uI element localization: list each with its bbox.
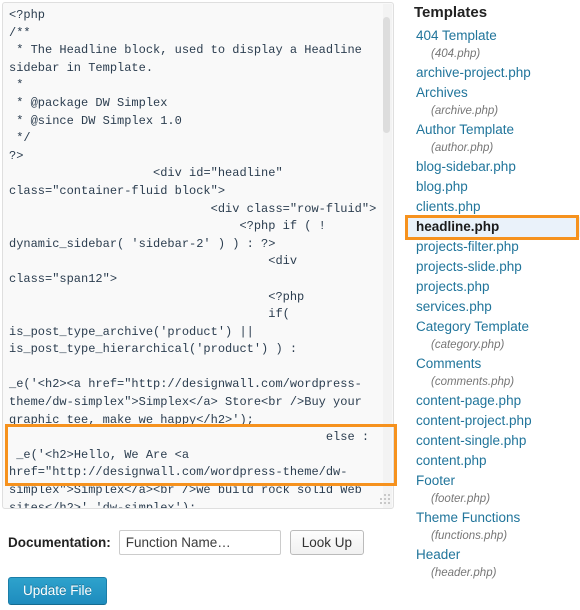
template-filename: (archive.php) [431, 105, 499, 117]
look-up-button[interactable]: Look Up [289, 529, 365, 555]
template-link[interactable]: Comments [405, 354, 580, 374]
templates-sidebar: Templates 404 Template (404.php) archive-p… [405, 0, 580, 610]
template-list-item[interactable]: headline.php [405, 217, 580, 237]
template-filename: (header.php) [431, 567, 497, 579]
template-link[interactable]: services.php [405, 297, 580, 317]
documentation-row: Documentation: Look Up [8, 528, 365, 556]
template-list-item[interactable]: blog.php [405, 177, 580, 197]
template-list-item[interactable]: content-single.php [405, 431, 580, 451]
template-link[interactable]: Header [405, 545, 580, 565]
template-list-item[interactable]: content-project.php [405, 411, 580, 431]
update-file-button[interactable]: Update File [8, 577, 108, 605]
template-list-item[interactable]: projects-slide.php [405, 257, 580, 277]
template-list-item[interactable]: 404 Template (404.php) [405, 26, 580, 63]
template-list-item[interactable]: content-page.php [405, 391, 580, 411]
template-link[interactable]: blog-sidebar.php [405, 157, 580, 177]
template-list-item[interactable]: Footer (footer.php) [405, 471, 580, 508]
template-link[interactable]: Footer [405, 471, 580, 491]
template-list-item[interactable]: blog-sidebar.php [405, 157, 580, 177]
template-list-item[interactable]: Archives (archive.php) [405, 83, 580, 120]
template-link[interactable]: projects-slide.php [405, 257, 580, 277]
templates-title: Templates [414, 4, 488, 21]
template-list-item[interactable]: projects-filter.php [405, 237, 580, 257]
code-scrollbar[interactable] [383, 4, 392, 508]
template-list-item[interactable]: Author Template (author.php) [405, 120, 580, 157]
template-list-item[interactable]: content.php [405, 451, 580, 471]
resize-handle-icon[interactable] [379, 494, 390, 505]
template-list-item[interactable]: Header (header.php) [405, 545, 580, 582]
template-filename: (comments.php) [431, 376, 515, 388]
template-link[interactable]: clients.php [405, 197, 580, 217]
template-link[interactable]: archive-project.php [405, 63, 580, 83]
template-filename: (footer.php) [431, 493, 491, 505]
template-list-item[interactable]: Comments (comments.php) [405, 354, 580, 391]
template-link[interactable]: blog.php [405, 177, 580, 197]
template-filename: (author.php) [431, 142, 494, 154]
template-link[interactable]: content-project.php [405, 411, 580, 431]
template-link[interactable]: content-single.php [405, 431, 580, 451]
documentation-input[interactable] [118, 529, 281, 555]
documentation-label: Documentation: [8, 534, 111, 550]
template-list-item[interactable]: projects.php [405, 277, 580, 297]
template-link[interactable]: Theme Functions [405, 508, 580, 528]
template-list-item[interactable]: archive-project.php [405, 63, 580, 83]
template-link[interactable]: Category Template [405, 317, 580, 337]
templates-list: 404 Template (404.php) archive-project.php… [405, 26, 580, 582]
template-link[interactable]: projects.php [405, 277, 580, 297]
code-editor-panel: <?php /** * The Headline block, used to … [2, 2, 397, 511]
theme-editor-page: <?php /** * The Headline block, used to … [0, 0, 580, 610]
template-link[interactable]: Author Template [405, 120, 580, 140]
template-list-item[interactable]: clients.php [405, 197, 580, 217]
template-link[interactable]: projects-filter.php [405, 237, 580, 257]
template-list-item[interactable]: Category Template (category.php) [405, 317, 580, 354]
template-filename: (404.php) [431, 48, 481, 60]
template-link[interactable]: Archives [405, 83, 580, 103]
template-link[interactable]: content-page.php [405, 391, 580, 411]
template-list-item[interactable]: services.php [405, 297, 580, 317]
template-filename: (functions.php) [431, 530, 508, 542]
template-filename: (category.php) [431, 339, 505, 351]
code-content[interactable]: <?php /** * The Headline block, used to … [9, 7, 389, 508]
template-link[interactable]: content.php [405, 451, 580, 471]
template-link[interactable]: 404 Template [405, 26, 580, 46]
code-textarea[interactable]: <?php /** * The Headline block, used to … [2, 2, 394, 509]
template-list-item[interactable]: Theme Functions (functions.php) [405, 508, 580, 545]
code-scrollbar-thumb[interactable] [383, 17, 390, 133]
template-link[interactable]: headline.php [405, 217, 580, 237]
